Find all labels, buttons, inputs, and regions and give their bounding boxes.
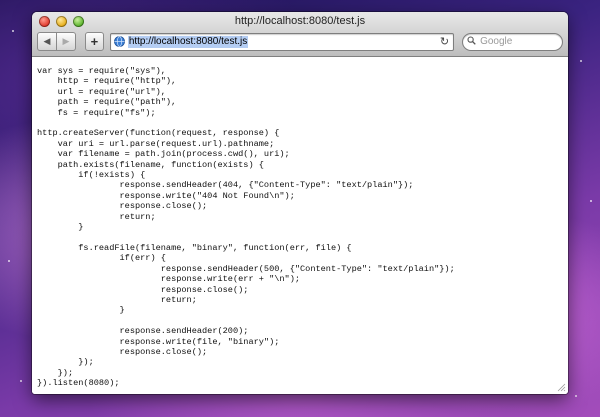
- code-line: response.close();: [37, 284, 249, 295]
- address-bar[interactable]: http://localhost:8080/test.js ↻: [109, 32, 455, 51]
- resize-grip-icon[interactable]: [556, 382, 566, 392]
- code-line: if(err) {: [37, 253, 166, 264]
- code-line: }: [37, 305, 125, 316]
- code-line: response.write("404 Not Found\n");: [37, 190, 295, 201]
- code-line: response.close();: [37, 201, 208, 212]
- code-line: }: [37, 222, 84, 233]
- code-line: fs.readFile(filename, "binary", function…: [37, 242, 352, 253]
- code-line: response.sendHeader(200);: [37, 326, 249, 337]
- code-line: fs = require("fs");: [37, 107, 156, 118]
- forward-arrow-icon: ▶: [62, 36, 70, 46]
- code-line: response.write(file, "binary");: [37, 336, 280, 347]
- search-placeholder[interactable]: Google: [480, 36, 512, 47]
- code-line: response.close();: [37, 346, 208, 357]
- reload-icon[interactable]: ↻: [440, 35, 449, 48]
- code-line: response.write(err + "\n");: [37, 274, 301, 285]
- back-arrow-icon: ◀: [43, 36, 51, 46]
- search-field[interactable]: Google: [462, 32, 563, 51]
- code-line: var filename = path.join(process.cwd(), …: [37, 149, 290, 160]
- search-icon: [467, 36, 476, 47]
- forward-button[interactable]: ▶: [57, 32, 76, 51]
- code-line: });: [37, 357, 94, 368]
- code-line: http = require("http"),: [37, 76, 177, 87]
- title-bar[interactable]: http://localhost:8080/test.js ◀ ▶ + http…: [32, 12, 568, 57]
- code-line: response.sendHeader(404, {"Content-Type"…: [37, 180, 414, 191]
- code-line: http.createServer(function(request, resp…: [37, 128, 280, 139]
- code-line: url = require("url"),: [37, 86, 166, 97]
- code-line: path = require("path"),: [37, 97, 177, 108]
- browser-window: http://localhost:8080/test.js ◀ ▶ + http…: [32, 12, 568, 394]
- plus-icon: +: [90, 34, 99, 49]
- code-line: return;: [37, 211, 156, 222]
- code-line: response.sendHeader(500, {"Content-Type"…: [37, 263, 455, 274]
- browser-toolbar: ◀ ▶ + http://localhost:8080/test.js ↻ Go…: [37, 32, 563, 51]
- code-line: if(!exists) {: [37, 170, 146, 181]
- nav-buttons: ◀ ▶: [37, 32, 76, 51]
- page-content: var sys = require("sys"), http = require…: [32, 57, 568, 394]
- code-line: return;: [37, 294, 197, 305]
- add-bookmark-button[interactable]: +: [85, 32, 104, 51]
- back-button[interactable]: ◀: [37, 32, 57, 51]
- address-bar-url[interactable]: http://localhost:8080/test.js: [127, 35, 249, 48]
- code-line: var uri = url.parse(request.url).pathnam…: [37, 138, 275, 149]
- globe-icon: [113, 36, 125, 47]
- code-line: }).listen(8080);: [37, 378, 120, 389]
- code-line: path.exists(filename, function(exists) {: [37, 159, 264, 170]
- code-line: var sys = require("sys"),: [37, 66, 166, 76]
- code-line: });: [37, 367, 74, 378]
- source-code: var sys = require("sys"), http = require…: [37, 66, 455, 394]
- window-title: http://localhost:8080/test.js: [234, 15, 366, 27]
